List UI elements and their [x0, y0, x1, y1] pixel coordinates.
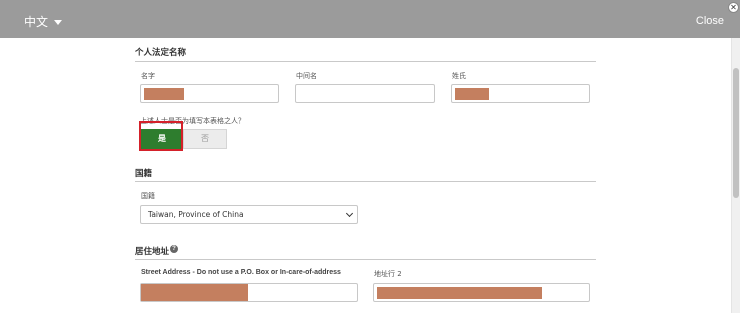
- nationality-select[interactable]: Taiwan, Province of China: [140, 205, 358, 224]
- close-x-icon[interactable]: ✕: [728, 2, 739, 13]
- divider: [135, 259, 596, 260]
- last-name-label: 姓氏: [452, 72, 466, 80]
- scrollbar[interactable]: [731, 38, 740, 313]
- street-address-label: Street Address - Do not use a P.O. Box o…: [141, 269, 341, 276]
- divider: [135, 61, 596, 62]
- help-icon[interactable]: ?: [170, 245, 178, 253]
- language-label: 中文: [24, 15, 49, 29]
- address-line-2-input[interactable]: [373, 283, 590, 302]
- redacted-value: [377, 287, 542, 299]
- scrollbar-thumb[interactable]: [733, 68, 739, 198]
- redacted-value: [141, 284, 248, 301]
- top-bar: 中文 Close: [0, 0, 740, 38]
- last-name-input[interactable]: [451, 84, 590, 103]
- section-title-address: 居住地址: [135, 247, 170, 257]
- chevron-down-icon: [345, 209, 354, 218]
- section-title-nationality: 国籍: [135, 169, 153, 179]
- middle-name-input[interactable]: [295, 84, 435, 103]
- language-selector[interactable]: 中文: [24, 13, 63, 30]
- nationality-label: 国籍: [141, 192, 155, 200]
- first-name-label: 名字: [141, 72, 155, 80]
- section-title-legal-name: 个人法定名称: [135, 48, 187, 58]
- no-button[interactable]: 否: [183, 129, 227, 149]
- address-line-2-label: 地址行 2: [374, 270, 402, 278]
- caret-down-icon: [54, 19, 63, 25]
- middle-name-label: 中间名: [296, 72, 317, 80]
- redacted-value: [455, 88, 489, 100]
- divider: [135, 181, 596, 182]
- nationality-value: Taiwan, Province of China: [148, 210, 244, 219]
- close-button[interactable]: Close: [696, 15, 724, 27]
- redacted-value: [144, 88, 184, 100]
- street-address-input[interactable]: [140, 283, 358, 302]
- highlight-box: [139, 121, 183, 151]
- first-name-input[interactable]: [140, 84, 279, 103]
